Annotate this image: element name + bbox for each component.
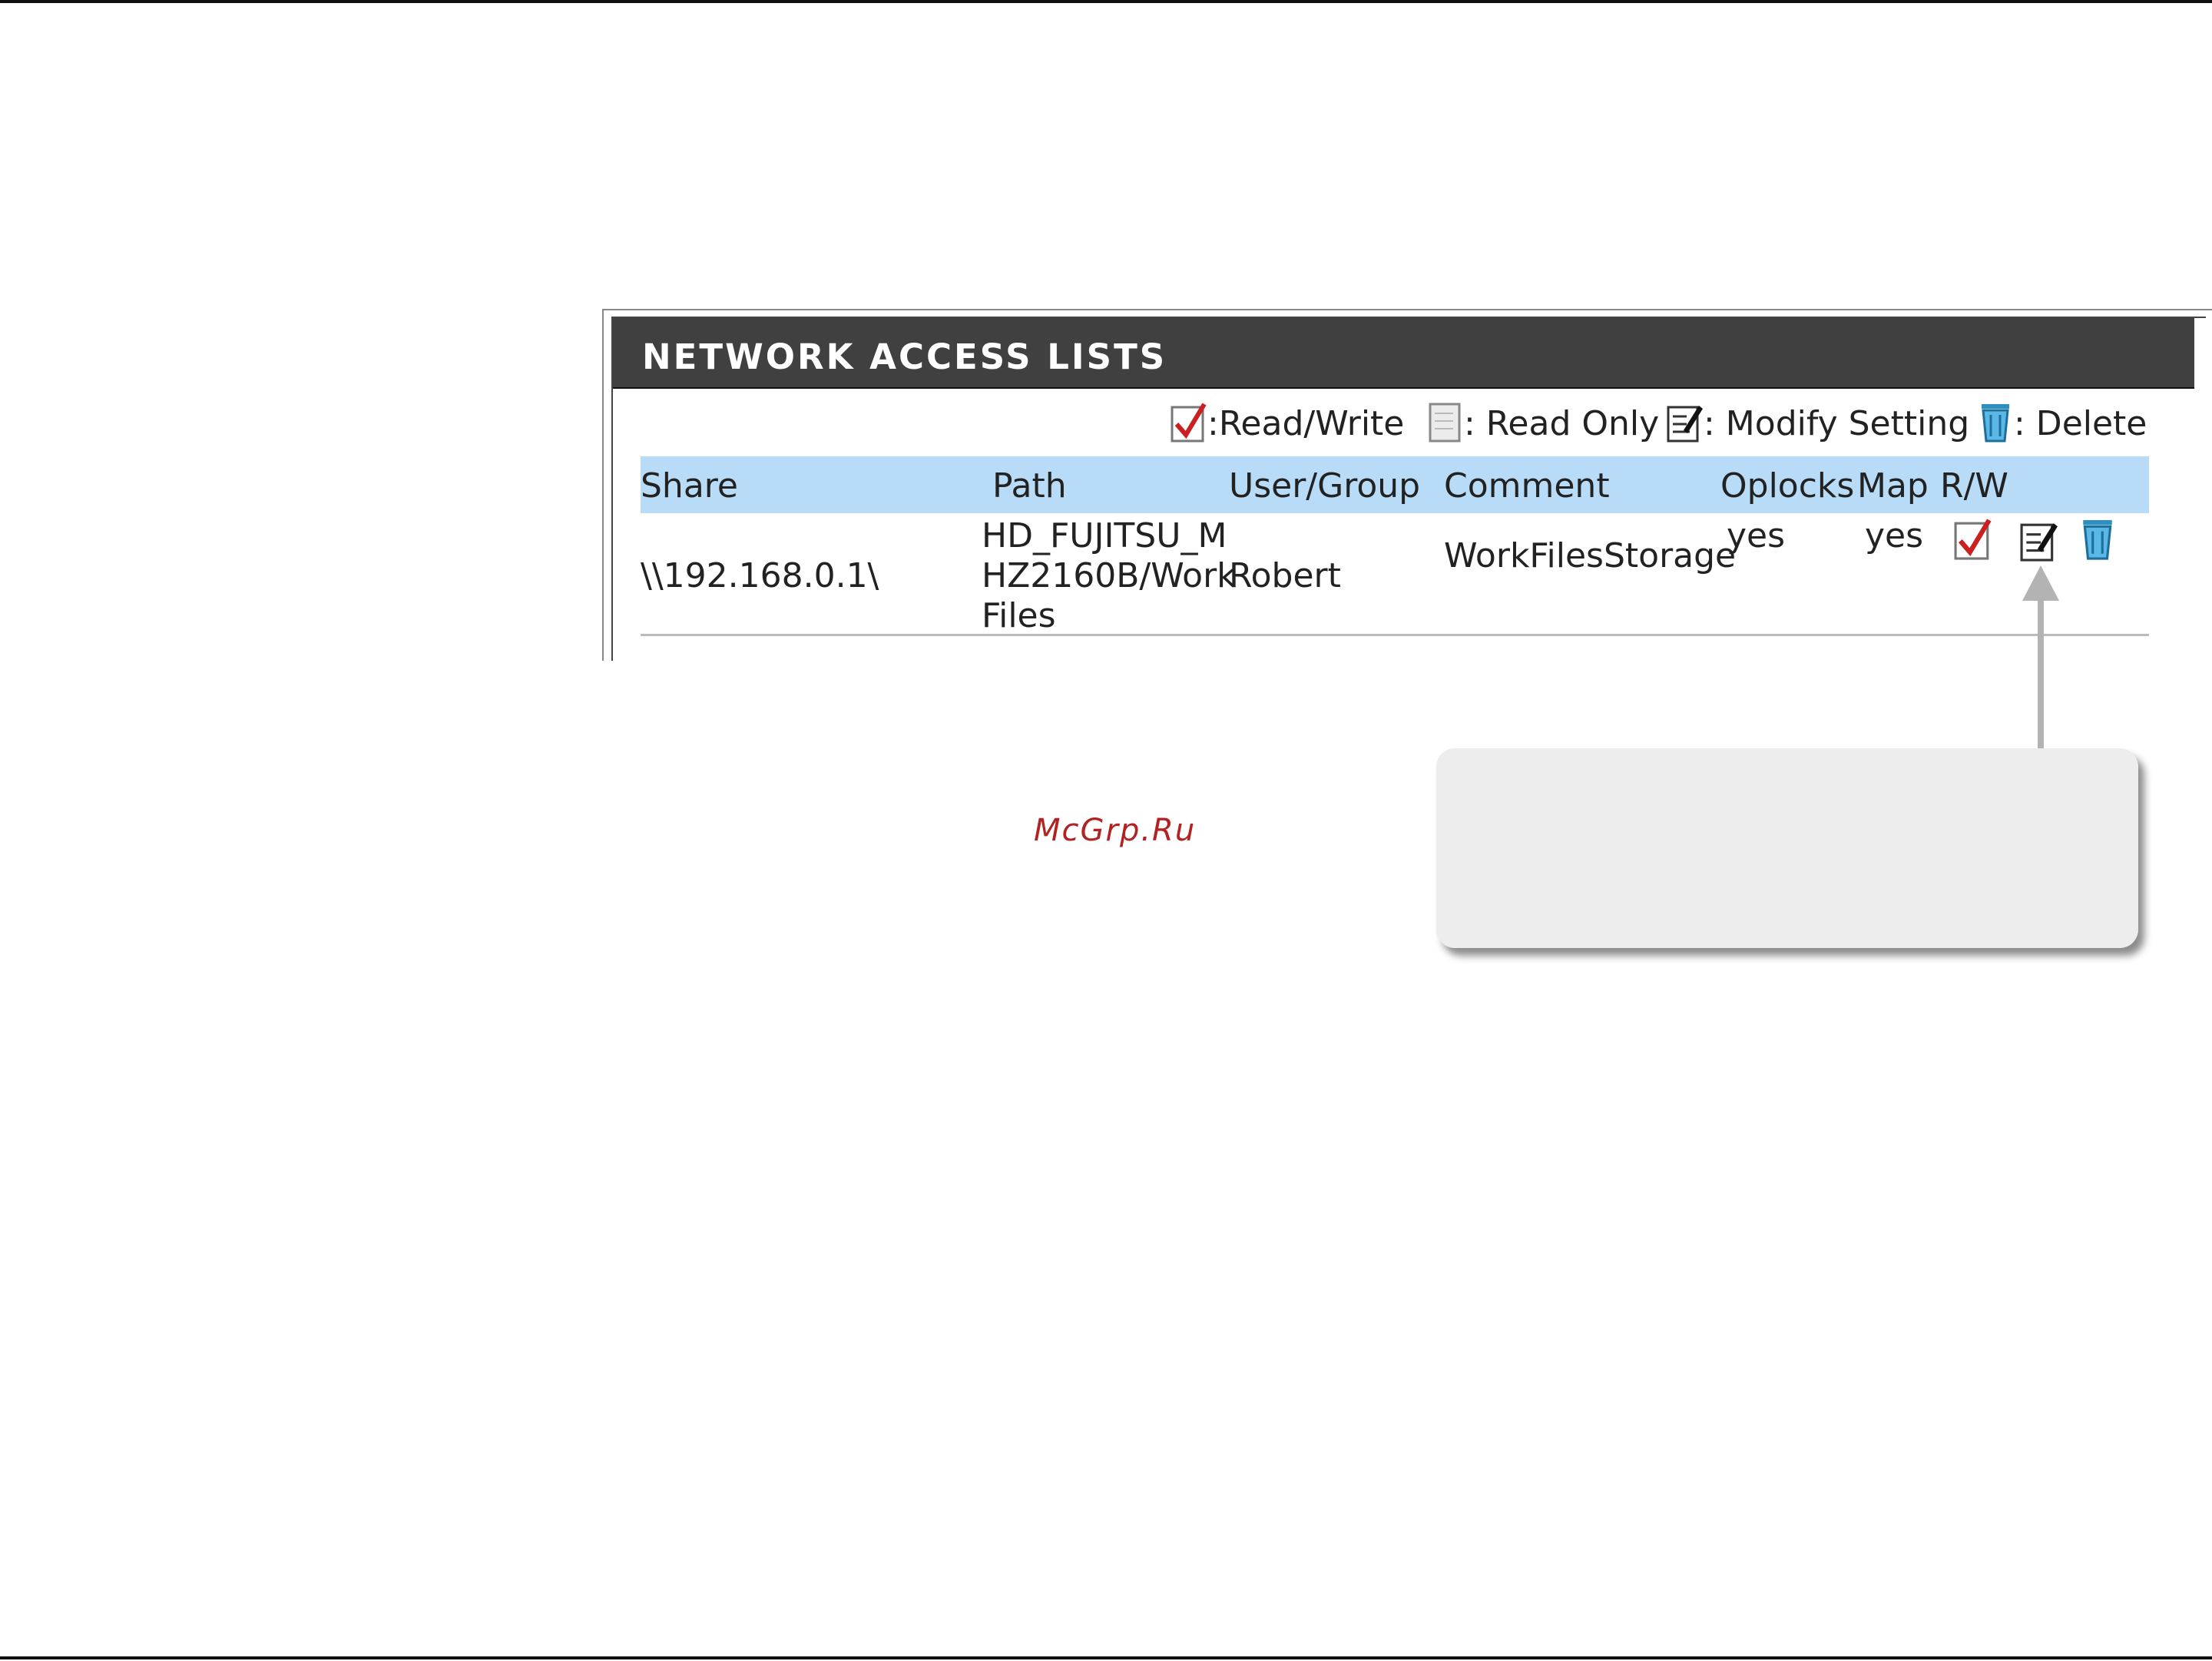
row-share: \\192.168.0.1\: [641, 556, 879, 595]
row-modify-edit-icon[interactable]: [2020, 518, 2058, 564]
legend-delete-label: : Delete: [2014, 404, 2147, 443]
column-map: Map: [1857, 466, 1929, 506]
table-header-row: Share Path User/Group Comment Oplocks Ma…: [641, 456, 2149, 513]
legend-read-only: : Read Only: [1427, 401, 1659, 444]
row-comment: WorkFilesStorage: [1444, 536, 1737, 575]
row-path-line1: HD_FUJITSU_M: [982, 516, 1227, 555]
legend-delete: : Delete: [1977, 401, 2147, 444]
watermark: McGrp.Ru: [1034, 813, 1197, 848]
column-share: Share: [641, 466, 738, 506]
panel-title: NETWORK ACCESS LISTS: [642, 337, 1167, 377]
legend-read-write-label: :Read/Write: [1207, 404, 1405, 443]
edit-icon: [1667, 401, 1704, 444]
column-comment: Comment: [1444, 466, 1610, 506]
column-oplocks: Oplocks: [1720, 466, 1855, 506]
legend-modify-setting: : Modify Setting: [1667, 401, 1969, 444]
callout-arrow-shaft: [2038, 599, 2044, 748]
row-delete-trash-icon[interactable]: [2078, 516, 2117, 562]
page-icon: [1427, 401, 1464, 444]
legend-read-write: :Read/Write: [1171, 401, 1404, 444]
bottom-rule: [0, 1656, 2212, 1659]
top-rule: [0, 0, 2212, 3]
checkmark-icon: [1171, 401, 1207, 444]
trash-icon: [1977, 401, 2014, 444]
row-map: yes: [1865, 516, 1924, 555]
legend-read-only-label: : Read Only: [1464, 404, 1660, 443]
row-user-group: Robert: [1229, 556, 1341, 595]
row-path-line3: Files: [982, 596, 1056, 635]
callout-arrow-head: [2022, 565, 2059, 601]
row-path-line2: HZ2160B/Work: [982, 556, 1237, 595]
column-user-group: User/Group: [1229, 466, 1421, 506]
column-rw: R/W: [1940, 466, 2008, 506]
panel-header: NETWORK ACCESS LISTS: [613, 318, 2194, 389]
legend-modify-setting-label: : Modify Setting: [1704, 404, 1970, 443]
row-oplocks: yes: [1727, 516, 1786, 555]
row-read-write-checkmark-icon: [1954, 516, 1992, 562]
column-path: Path: [992, 466, 1067, 506]
row-divider: [641, 634, 2149, 636]
callout-box: [1436, 748, 2138, 948]
